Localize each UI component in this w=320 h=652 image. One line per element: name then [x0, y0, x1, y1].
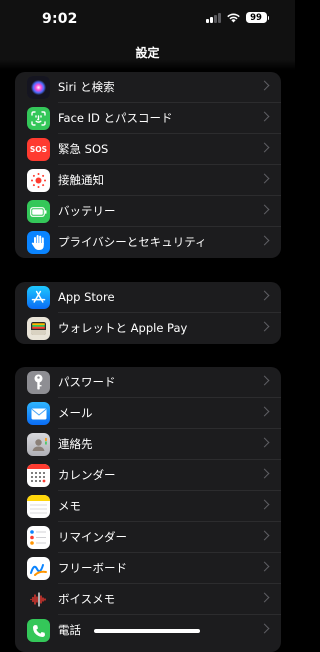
chevron-right-icon [259, 80, 270, 91]
settings-row-label: Siri と検索 [58, 80, 115, 94]
settings-row-notes[interactable]: メモ [15, 491, 281, 522]
reminders-icon [27, 526, 50, 549]
settings-row-label: 接触通知 [58, 173, 104, 187]
settings-row-label: Face ID とパスコード [58, 111, 173, 125]
voice-memos-icon [27, 588, 50, 611]
chevron-right-icon [259, 235, 270, 246]
wallet-icon [27, 317, 50, 340]
wifi-icon [226, 13, 240, 23]
settings-row-contacts[interactable]: 連絡先 [15, 429, 281, 460]
calendar-icon [27, 464, 50, 487]
chevron-right-icon [259, 111, 270, 122]
settings-row-wallet[interactable]: ウォレットと Apple Pay [15, 313, 281, 344]
settings-row-mail[interactable]: メール [15, 398, 281, 429]
chevron-right-icon [259, 142, 270, 153]
settings-row-label: ボイスメモ [58, 592, 116, 606]
settings-row-label: App Store [58, 290, 115, 304]
chevron-right-icon [259, 437, 270, 448]
chevron-right-icon [259, 530, 270, 541]
chevron-right-icon [259, 499, 270, 510]
home-indicator[interactable] [94, 629, 200, 633]
settings-group-2: App Store ウォレットと Apple Pay [15, 282, 281, 344]
chevron-right-icon [259, 623, 270, 634]
page-title: 設定 [135, 46, 160, 60]
settings-group-3: パスワード メール 連絡先 カレンダー メモ リマインダー フリーボード ボイス… [15, 367, 281, 652]
status-bar: 9:02 99 [0, 0, 295, 38]
settings-row-label: メール [58, 406, 93, 420]
chevron-right-icon [259, 592, 270, 603]
settings-row-label: 緊急 SOS [58, 142, 109, 156]
navigation-bar: 設定 [0, 38, 295, 68]
settings-row-battery[interactable]: バッテリー [15, 196, 281, 227]
siri-icon [27, 76, 50, 99]
settings-row-passwords[interactable]: パスワード [15, 367, 281, 398]
settings-row-reminders[interactable]: リマインダー [15, 522, 281, 553]
cellular-signal-icon [206, 12, 221, 23]
chevron-right-icon [259, 375, 270, 386]
battery-icon: 99 [245, 12, 269, 23]
exposure-notification-icon [27, 169, 50, 192]
key-icon [27, 371, 50, 394]
settings-row-label: バッテリー [58, 204, 116, 218]
settings-row-sos[interactable]: SOS 緊急 SOS [15, 134, 281, 165]
battery-settings-icon [27, 200, 50, 223]
chevron-right-icon [259, 173, 270, 184]
freeform-icon [27, 557, 50, 580]
settings-row-label: 連絡先 [58, 437, 93, 451]
chevron-right-icon [259, 321, 270, 332]
appstore-icon [27, 286, 50, 309]
sos-icon-text: SOS [29, 145, 48, 154]
settings-row-label: パスワード [58, 375, 116, 389]
notes-icon [27, 495, 50, 518]
settings-row-label: メモ [58, 499, 81, 513]
mail-icon [27, 402, 50, 425]
contacts-icon [27, 433, 50, 456]
settings-row-app-store[interactable]: App Store [15, 282, 281, 313]
battery-level: 99 [245, 12, 267, 23]
chevron-right-icon [259, 290, 270, 301]
settings-group-1: Siri と検索 Face ID とパスコード SOS 緊急 SOS 接触通知 … [15, 72, 281, 258]
settings-row-label: ウォレットと Apple Pay [58, 321, 188, 335]
settings-row-label: 電話 [58, 623, 81, 637]
hand-icon [27, 231, 50, 254]
settings-row-voice-memos[interactable]: ボイスメモ [15, 584, 281, 615]
chevron-right-icon [259, 561, 270, 572]
settings-row-freeform[interactable]: フリーボード [15, 553, 281, 584]
status-time: 9:02 [42, 11, 78, 27]
settings-row-privacy[interactable]: プライバシーとセキュリティ [15, 227, 281, 258]
settings-row-exposure[interactable]: 接触通知 [15, 165, 281, 196]
phone-icon [27, 619, 50, 642]
status-icons: 99 [206, 12, 269, 23]
chevron-right-icon [259, 406, 270, 417]
settings-row-label: カレンダー [58, 468, 116, 482]
settings-row-label: プライバシーとセキュリティ [58, 235, 207, 249]
chevron-right-icon [259, 468, 270, 479]
settings-row-calendar[interactable]: カレンダー [15, 460, 281, 491]
settings-row-label: フリーボード [58, 561, 127, 575]
chevron-right-icon [259, 204, 270, 215]
faceid-icon [27, 107, 50, 130]
settings-row-faceid[interactable]: Face ID とパスコード [15, 103, 281, 134]
sos-icon: SOS [27, 138, 50, 161]
settings-row-label: リマインダー [58, 530, 127, 544]
settings-row-siri[interactable]: Siri と検索 [15, 72, 281, 103]
